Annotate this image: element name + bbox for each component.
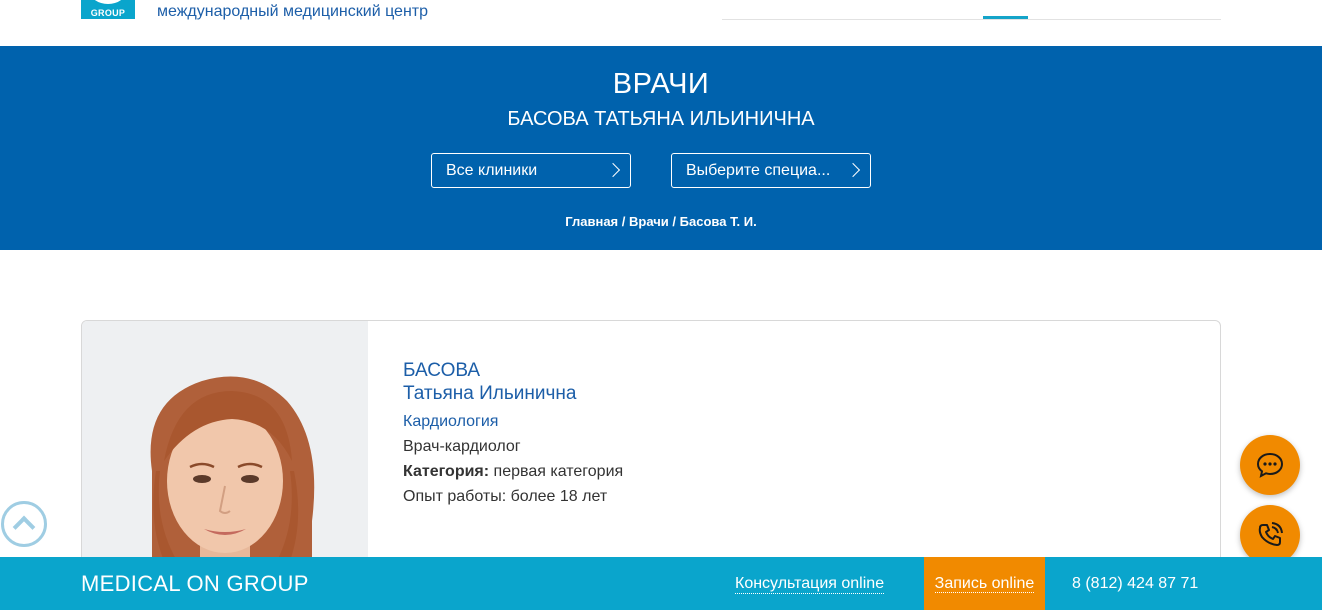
top-header: GROUP международный медицинский центр xyxy=(0,0,1322,46)
doctor-given-names: Татьяна Ильинична xyxy=(403,383,577,404)
clinic-select[interactable]: Все клиники xyxy=(431,153,631,188)
breadcrumb-current: Басова Т. И. xyxy=(679,214,757,229)
clinic-select-label: Все клиники xyxy=(446,162,538,179)
page-title: ВРАЧИ xyxy=(612,68,710,100)
doctor-category: Категория: первая категория xyxy=(403,462,623,482)
breadcrumb-doctors[interactable]: Врачи xyxy=(629,214,669,229)
company-logo[interactable]: GROUP xyxy=(81,0,135,19)
logo-text: GROUP xyxy=(90,8,126,18)
online-consultation-link[interactable]: Консультация online xyxy=(735,575,885,594)
specialty-select[interactable]: Выберите специа... xyxy=(671,153,871,188)
footer-phone[interactable]: 8 (812) 424 87 71 xyxy=(1072,575,1198,593)
nav-active-indicator xyxy=(983,16,1028,19)
page-hero: ВРАЧИ БАСОВА ТАТЬЯНА ИЛЬИНИЧНА Все клини… xyxy=(0,46,1322,250)
nav-divider xyxy=(722,19,1221,20)
doctor-experience: Опыт работы: более 18 лет xyxy=(403,488,608,505)
online-booking-label: Запись online xyxy=(934,575,1035,593)
chat-bubble-icon xyxy=(1256,452,1284,478)
chevron-up-icon xyxy=(12,515,36,539)
doctor-info: БАСОВА Татьяна Ильинична Кардиология Вра… xyxy=(403,359,623,507)
logo-emblem-icon xyxy=(90,0,126,4)
category-label: Категория: xyxy=(403,463,490,480)
bottom-bar: MEDICAL ON GROUP Консультация online Зап… xyxy=(0,557,1322,610)
breadcrumb-separator: / xyxy=(621,214,626,229)
chevron-right-icon xyxy=(845,162,861,178)
doctor-name-heading: БАСОВА ТАТЬЯНА ИЛЬИНИЧНА xyxy=(507,108,815,130)
footer-brand: MEDICAL ON GROUP xyxy=(81,571,309,596)
scroll-to-top-button[interactable] xyxy=(1,501,47,547)
doctor-position: Врач-кардиолог xyxy=(403,438,521,455)
breadcrumb-home[interactable]: Главная xyxy=(565,214,618,229)
phone-call-icon xyxy=(1258,522,1283,546)
online-booking-button[interactable]: Запись online xyxy=(924,557,1045,610)
category-value: первая категория xyxy=(493,463,624,480)
breadcrumb: Главная / Врачи / Басова Т. И. xyxy=(0,214,1322,229)
header-tagline: международный медицинский центр xyxy=(157,3,429,20)
doctor-specialty-link[interactable]: Кардиология xyxy=(403,412,623,432)
chat-button[interactable] xyxy=(1240,435,1300,495)
chevron-right-icon xyxy=(605,162,621,178)
specialty-select-label: Выберите специа... xyxy=(686,162,831,179)
call-button[interactable] xyxy=(1240,505,1300,565)
breadcrumb-separator: / xyxy=(672,214,677,229)
doctor-surname: БАСОВА xyxy=(403,360,481,381)
